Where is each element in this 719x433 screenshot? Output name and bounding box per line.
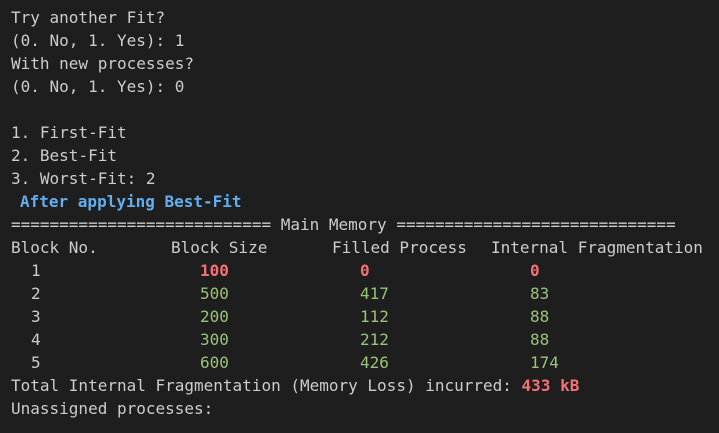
- cell-internal-fragmentation: 0: [530, 261, 540, 280]
- cell-internal-fragmentation: 174: [530, 353, 559, 372]
- cell-block-size: 200: [200, 307, 229, 326]
- prompt-line: (0. No, 1. Yes): 0: [11, 77, 185, 96]
- cell-block-size: 100: [200, 261, 229, 280]
- cell-filled-process: 112: [360, 307, 389, 326]
- table-row: 2 500 417 83: [11, 282, 719, 305]
- menu-item: 2. Best-Fit: [11, 146, 117, 165]
- cell-block-no: 3: [31, 307, 41, 326]
- cell-filled-process: 426: [360, 353, 389, 372]
- unassigned-line: Unassigned processes:: [11, 399, 214, 418]
- table-row: 3 200 112 88: [11, 305, 719, 328]
- cell-internal-fragmentation: 88: [530, 307, 550, 326]
- header-block-size: Block Size: [171, 238, 268, 257]
- cell-block-no: 4: [31, 330, 41, 349]
- cell-block-size: 300: [200, 330, 229, 349]
- total-line: Total Internal Fragmentation (Memory Los…: [11, 374, 719, 397]
- prompt-line: Try another Fit?: [11, 8, 166, 27]
- table-row: 1 100 0 0: [11, 259, 719, 282]
- menu-item: 1. First-Fit: [11, 123, 127, 142]
- header-internal-fragmentation: Internal Fragmentation: [491, 238, 703, 257]
- cell-block-no: 5: [31, 353, 41, 372]
- table-row: 4 300 212 88: [11, 328, 719, 351]
- cell-filled-process: 212: [360, 330, 389, 349]
- cell-filled-process: 417: [360, 284, 389, 303]
- cell-block-no: 2: [31, 284, 41, 303]
- menu-item: 3. Worst-Fit: 2: [11, 169, 156, 188]
- prompt-line: With new processes?: [11, 54, 195, 73]
- total-value: 433 kB: [521, 376, 580, 395]
- cell-internal-fragmentation: 83: [530, 284, 550, 303]
- header-filled-process: Filled Process: [332, 238, 467, 257]
- cell-block-size: 600: [200, 353, 229, 372]
- result-heading: After applying Best-Fit: [20, 192, 242, 211]
- prompt-line: (0. No, 1. Yes): 1: [11, 31, 185, 50]
- table-body: 1 100 0 0 2 500 417 83 3 200 112 88 4 300 212 88 5 600 426…: [11, 259, 719, 374]
- total-label: Total Internal Fragmentation (Memory Los…: [11, 376, 522, 395]
- cell-block-size: 500: [200, 284, 229, 303]
- table-row: 5 600 426 174: [11, 351, 719, 374]
- separator: =========================== Main Memory …: [11, 215, 676, 234]
- table-header: Block No. Block Size Filled Process Inte…: [11, 236, 719, 259]
- cell-internal-fragmentation: 88: [530, 330, 550, 349]
- cell-filled-process: 0: [360, 261, 370, 280]
- terminal-output: Try another Fit? (0. No, 1. Yes): 1 With…: [0, 0, 719, 433]
- cell-block-no: 1: [31, 261, 41, 280]
- header-block-no: Block No.: [11, 238, 98, 257]
